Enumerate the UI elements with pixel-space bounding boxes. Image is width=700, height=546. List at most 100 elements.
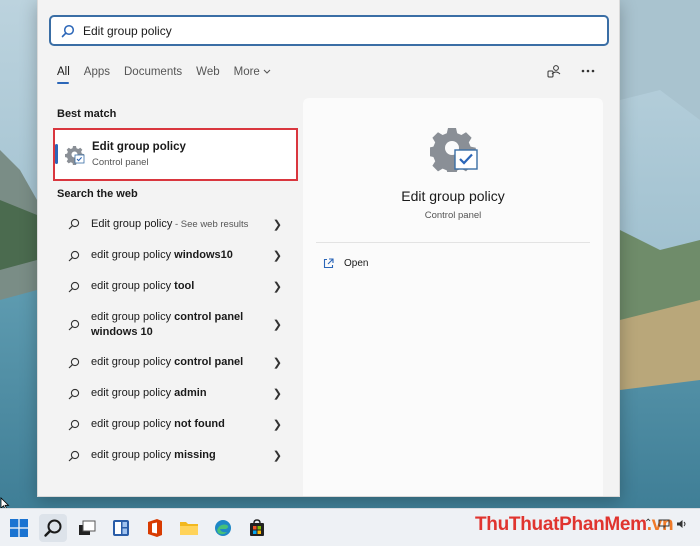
web-result-text: edit group policy missing [91, 448, 271, 463]
tab-documents[interactable]: Documents [124, 66, 182, 84]
chevron-right-icon: ❯ [272, 388, 282, 400]
search-icon [68, 218, 80, 230]
tab-web[interactable]: Web [196, 66, 219, 84]
search-input[interactable] [83, 23, 563, 38]
preview-subtitle: Control panel [424, 210, 482, 221]
volume-icon[interactable] [676, 519, 688, 529]
filter-tabs: All Apps Documents Web More [57, 66, 285, 84]
web-result-item[interactable]: edit group policy control panel ❯ [53, 347, 298, 378]
account-switch-icon[interactable] [547, 64, 561, 78]
web-result-suggestion: not found [174, 418, 225, 430]
edge-icon [215, 520, 231, 536]
web-result-query: edit group policy [91, 280, 175, 292]
preview-pane: Edit group policy Control panel Open [303, 98, 603, 496]
best-match-item[interactable]: Edit group policy Control panel [53, 128, 298, 181]
web-result-item[interactable]: edit group policy admin ❯ [53, 378, 298, 409]
taskbar-search-button[interactable] [39, 514, 67, 542]
web-result-query: edit group policy [91, 449, 175, 461]
search-icon [68, 450, 80, 461]
chevron-right-icon: ❯ [272, 281, 282, 293]
watermark-text-2: PhanMem [559, 514, 647, 535]
office-button[interactable] [141, 514, 169, 542]
search-icon [61, 24, 75, 37]
web-result-suggestion: admin [174, 387, 207, 399]
chevron-right-icon: ❯ [272, 250, 282, 262]
web-result-item[interactable]: edit group policy control panel windows … [53, 302, 298, 347]
chevron-right-icon: ❯ [272, 218, 282, 231]
search-icon [44, 519, 62, 537]
search-icon [68, 281, 80, 292]
web-result-query: edit group policy [91, 356, 175, 368]
best-match-title: Edit group policy [92, 141, 186, 153]
group-policy-icon [65, 146, 85, 165]
tab-more-label: More [233, 66, 260, 78]
selection-indicator [55, 144, 58, 164]
web-result-item[interactable]: edit group policy missing ❯ [53, 440, 298, 471]
best-match-subtitle: Control panel [92, 157, 149, 168]
web-result-text: edit group policy not found [91, 417, 271, 432]
search-web-heading: Search the web [57, 188, 138, 200]
start-search-panel: All Apps Documents Web More Best match E… [37, 0, 620, 497]
web-result-query: edit group policy [91, 310, 175, 323]
store-icon [250, 519, 264, 536]
web-result-text: edit group policy control panel windows … [91, 310, 271, 340]
widgets-button[interactable] [107, 514, 135, 542]
web-result-text: edit group policy control panel [91, 355, 271, 370]
tab-apps-label: Apps [83, 66, 110, 78]
chevron-right-icon: ❯ [272, 319, 282, 331]
web-result-item[interactable]: edit group policy tool ❯ [53, 271, 298, 302]
tab-more[interactable]: More [234, 66, 271, 84]
search-box[interactable] [49, 15, 609, 46]
web-result-query: edit group policy [91, 418, 175, 430]
search-icon [68, 250, 80, 261]
best-match-heading: Best match [57, 108, 117, 120]
system-tray: ⌃ [644, 518, 688, 529]
divider [316, 242, 590, 243]
web-results-list: Edit group policy - See web results ❯ ed… [53, 208, 298, 471]
web-result-text: edit group policy tool [91, 279, 271, 294]
web-result-item[interactable]: edit group policy not found ❯ [53, 409, 298, 440]
web-result-suggestion: control panel [174, 356, 244, 368]
web-result-suggestion: tool [174, 280, 195, 292]
chevron-right-icon: ❯ [272, 419, 282, 431]
chevron-down-icon [263, 69, 271, 74]
web-result-item[interactable]: Edit group policy - See web results ❯ [53, 208, 298, 240]
chevron-right-icon: ❯ [272, 450, 282, 462]
open-external-icon [323, 258, 334, 269]
more-options-icon[interactable] [581, 69, 595, 73]
web-result-text: edit group policy windows10 [91, 248, 271, 263]
file-explorer-button[interactable] [175, 514, 203, 542]
web-result-text: Edit group policy - See web results [91, 217, 271, 232]
tab-documents-label: Documents [124, 66, 183, 78]
web-result-suggestion: windows10 [174, 249, 233, 261]
preview-title: Edit group policy [401, 188, 505, 204]
start-button[interactable] [5, 514, 33, 542]
edge-button[interactable] [209, 514, 237, 542]
tab-web-label: Web [196, 66, 220, 78]
web-result-query: Edit group policy [91, 217, 173, 230]
web-result-query: edit group policy [91, 387, 175, 399]
search-icon [68, 357, 80, 368]
network-icon[interactable] [658, 519, 670, 529]
header-actions [547, 64, 595, 78]
file-explorer-icon [180, 522, 198, 535]
web-result-query: edit group policy [91, 249, 175, 261]
web-result-text: edit group policy admin [91, 386, 271, 401]
store-button[interactable] [243, 514, 271, 542]
windows-start-icon [10, 519, 28, 537]
widgets-icon [113, 520, 129, 536]
web-result-item[interactable]: edit group policy windows10 ❯ [53, 240, 298, 271]
search-icon [68, 319, 80, 330]
open-action[interactable]: Open [323, 258, 368, 269]
tab-all-label: All [57, 66, 70, 78]
group-policy-icon [430, 128, 478, 172]
tab-all[interactable]: All [57, 66, 70, 84]
search-icon [68, 388, 80, 399]
chevron-up-icon[interactable]: ⌃ [644, 518, 652, 529]
web-result-hint: - See web results [172, 218, 249, 230]
tab-apps[interactable]: Apps [84, 66, 110, 84]
office-icon [148, 519, 162, 537]
chevron-right-icon: ❯ [272, 357, 282, 369]
task-view-button[interactable] [73, 514, 101, 542]
task-view-icon [79, 520, 96, 535]
